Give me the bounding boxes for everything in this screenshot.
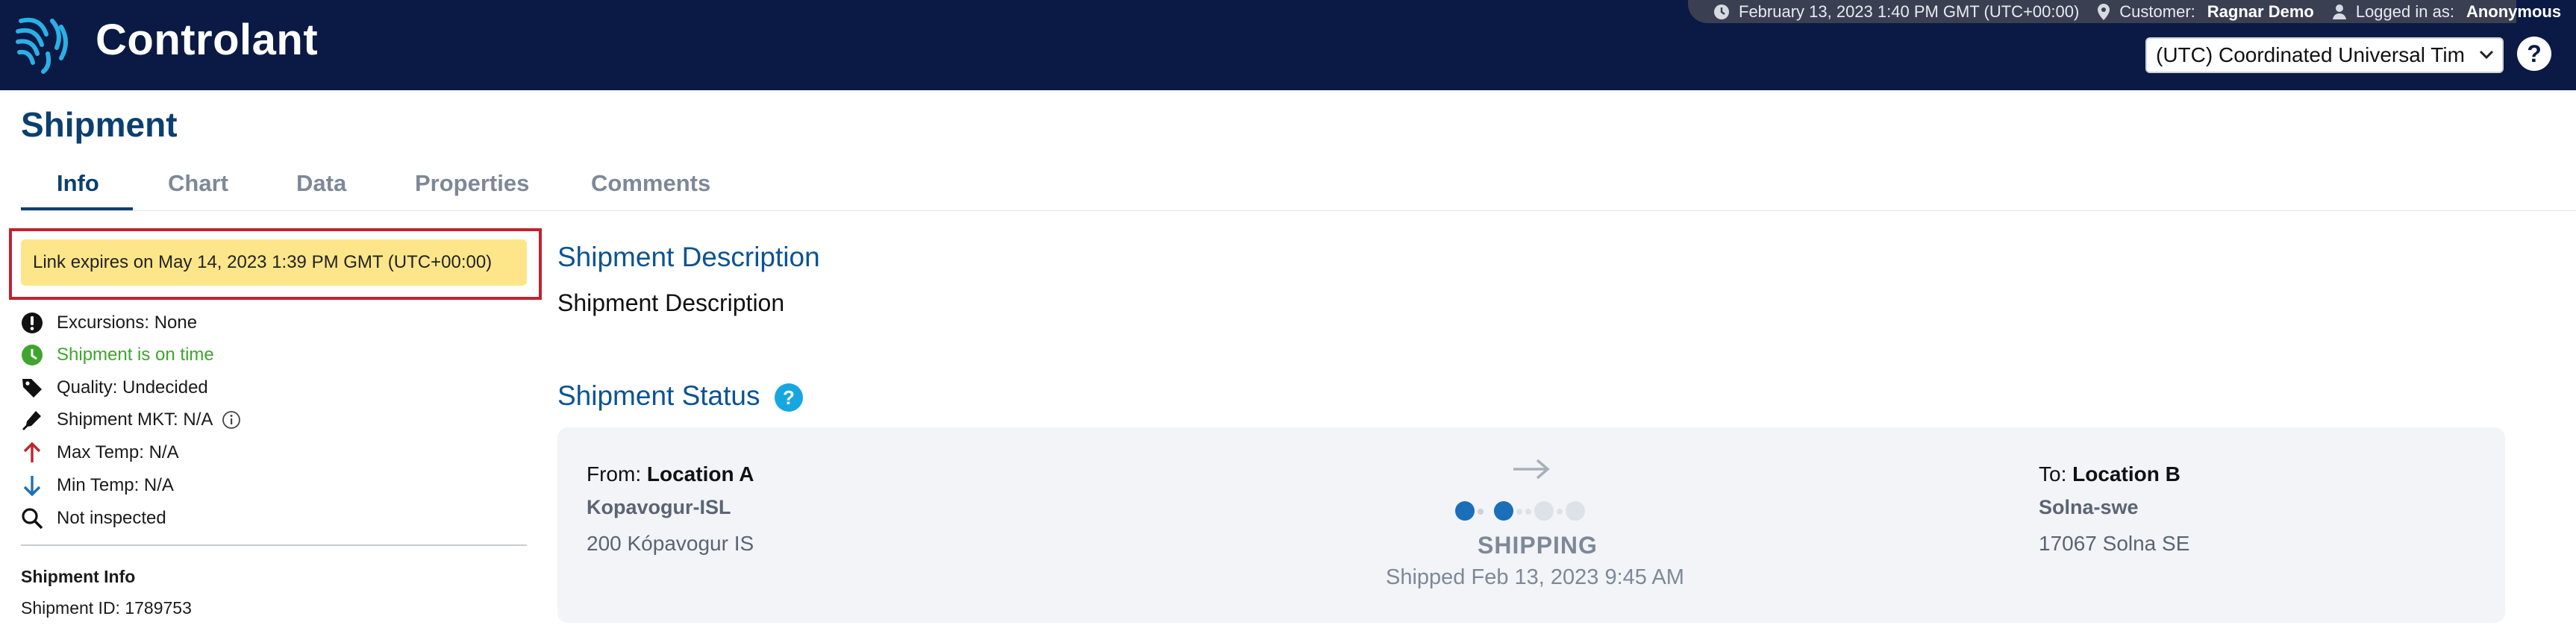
customer-label: Customer: [2119, 1, 2195, 21]
progress-connector [1516, 509, 1522, 515]
tab-properties[interactable]: Properties [415, 170, 529, 197]
timezone-value: (UTC) Coordinated Universal Tim [2156, 43, 2465, 66]
to-name: Location B [2072, 462, 2180, 486]
to-address: 17067 Solna SE [2039, 532, 2190, 555]
customer-name: Ragnar Demo [2207, 1, 2314, 21]
quality-text: Quality: Undecided [57, 377, 208, 398]
max-temp-row: Max Temp: N/A [19, 438, 179, 468]
shipment-info-heading: Shipment Info [21, 567, 136, 586]
description-heading: Shipment Description [557, 242, 820, 272]
min-temp-text: Min Temp: N/A [57, 475, 174, 495]
progress-dot-pending [1566, 501, 1585, 521]
logged-in-label: Logged in as: [2355, 1, 2454, 21]
min-temp-row: Min Temp: N/A [19, 471, 174, 500]
thermometer-icon [22, 411, 41, 430]
description-text: Shipment Description [557, 289, 785, 316]
to-location: To: Location B [2039, 462, 2180, 486]
progress-connector [1478, 509, 1484, 515]
controlant-logo-icon [16, 17, 68, 74]
arrow-down-icon [23, 476, 41, 497]
excursions-row: Excursions: None [19, 308, 197, 338]
timezone-select[interactable]: (UTC) Coordinated Universal Tim [2145, 37, 2504, 73]
status-help-icon[interactable]: ? [775, 383, 803, 412]
status-heading: Shipment Status [557, 380, 760, 411]
tab-chart[interactable]: Chart [168, 170, 228, 197]
clock-icon [22, 345, 43, 365]
excursions-text: Excursions: None [57, 313, 198, 333]
shipping-state: SHIPPING [1478, 532, 1598, 559]
user-icon [2332, 4, 2346, 19]
from-label: From: [587, 462, 642, 486]
mkt-text: Shipment MKT: N/A [57, 409, 213, 430]
progress-connector [1557, 509, 1563, 515]
sidebar-divider [21, 544, 527, 546]
from-location: From: Location A [587, 462, 754, 486]
progress-dot-current [1494, 501, 1513, 521]
top-header: Controlant February 13, 2023 1:40 PM GMT… [0, 0, 2576, 90]
tab-comments[interactable]: Comments [591, 170, 710, 197]
arrow-right-icon [1513, 459, 1550, 480]
progress-connector [1525, 509, 1531, 515]
tab-data[interactable]: Data [296, 170, 346, 197]
mkt-row: Shipment MKT: N/A [19, 405, 241, 435]
exclamation-icon [22, 313, 43, 333]
info-icon[interactable] [222, 410, 241, 430]
tab-info[interactable]: Info [57, 170, 99, 197]
from-address: 200 Kópavogur IS [587, 532, 754, 555]
inspection-text: Not inspected [57, 508, 166, 528]
shipped-time: Shipped Feb 13, 2023 9:45 AM [1386, 565, 1684, 589]
from-code: Kopavogur-ISL [587, 496, 731, 518]
progress-dot-pending [1534, 501, 1554, 521]
inspection-row: Not inspected [19, 503, 166, 533]
current-datetime: February 13, 2023 1:40 PM GMT (UTC+00:00… [1739, 1, 2080, 21]
from-name: Location A [646, 462, 754, 486]
tabs-divider [21, 210, 2576, 211]
help-button[interactable]: ? [2517, 37, 2551, 71]
session-info-strip: February 13, 2023 1:40 PM GMT (UTC+00:00… [1688, 0, 2561, 23]
tag-icon [22, 379, 42, 398]
link-expiry-banner: Link expires on May 14, 2023 1:39 PM GMT… [21, 239, 527, 286]
logged-in-user[interactable]: Anonymous [2466, 2, 2561, 22]
chevron-down-icon [2479, 50, 2494, 60]
on-time-row: Shipment is on time [19, 340, 214, 370]
shipment-status-card [557, 427, 2505, 623]
on-time-text: Shipment is on time [57, 345, 214, 365]
to-label: To: [2039, 462, 2067, 486]
magnifier-icon [22, 508, 43, 530]
location-pin-icon [2098, 3, 2110, 20]
arrow-up-icon [23, 442, 41, 462]
progress-dot-done [1455, 501, 1475, 521]
page-title: Shipment [21, 105, 178, 144]
brand-name: Controlant [96, 16, 319, 64]
max-temp-text: Max Temp: N/A [57, 442, 179, 462]
quality-row: Quality: Undecided [19, 373, 208, 403]
to-code: Solna-swe [2039, 496, 2139, 518]
shipment-id: Shipment ID: 1789753 [21, 598, 192, 618]
clock-icon [1714, 4, 1729, 19]
